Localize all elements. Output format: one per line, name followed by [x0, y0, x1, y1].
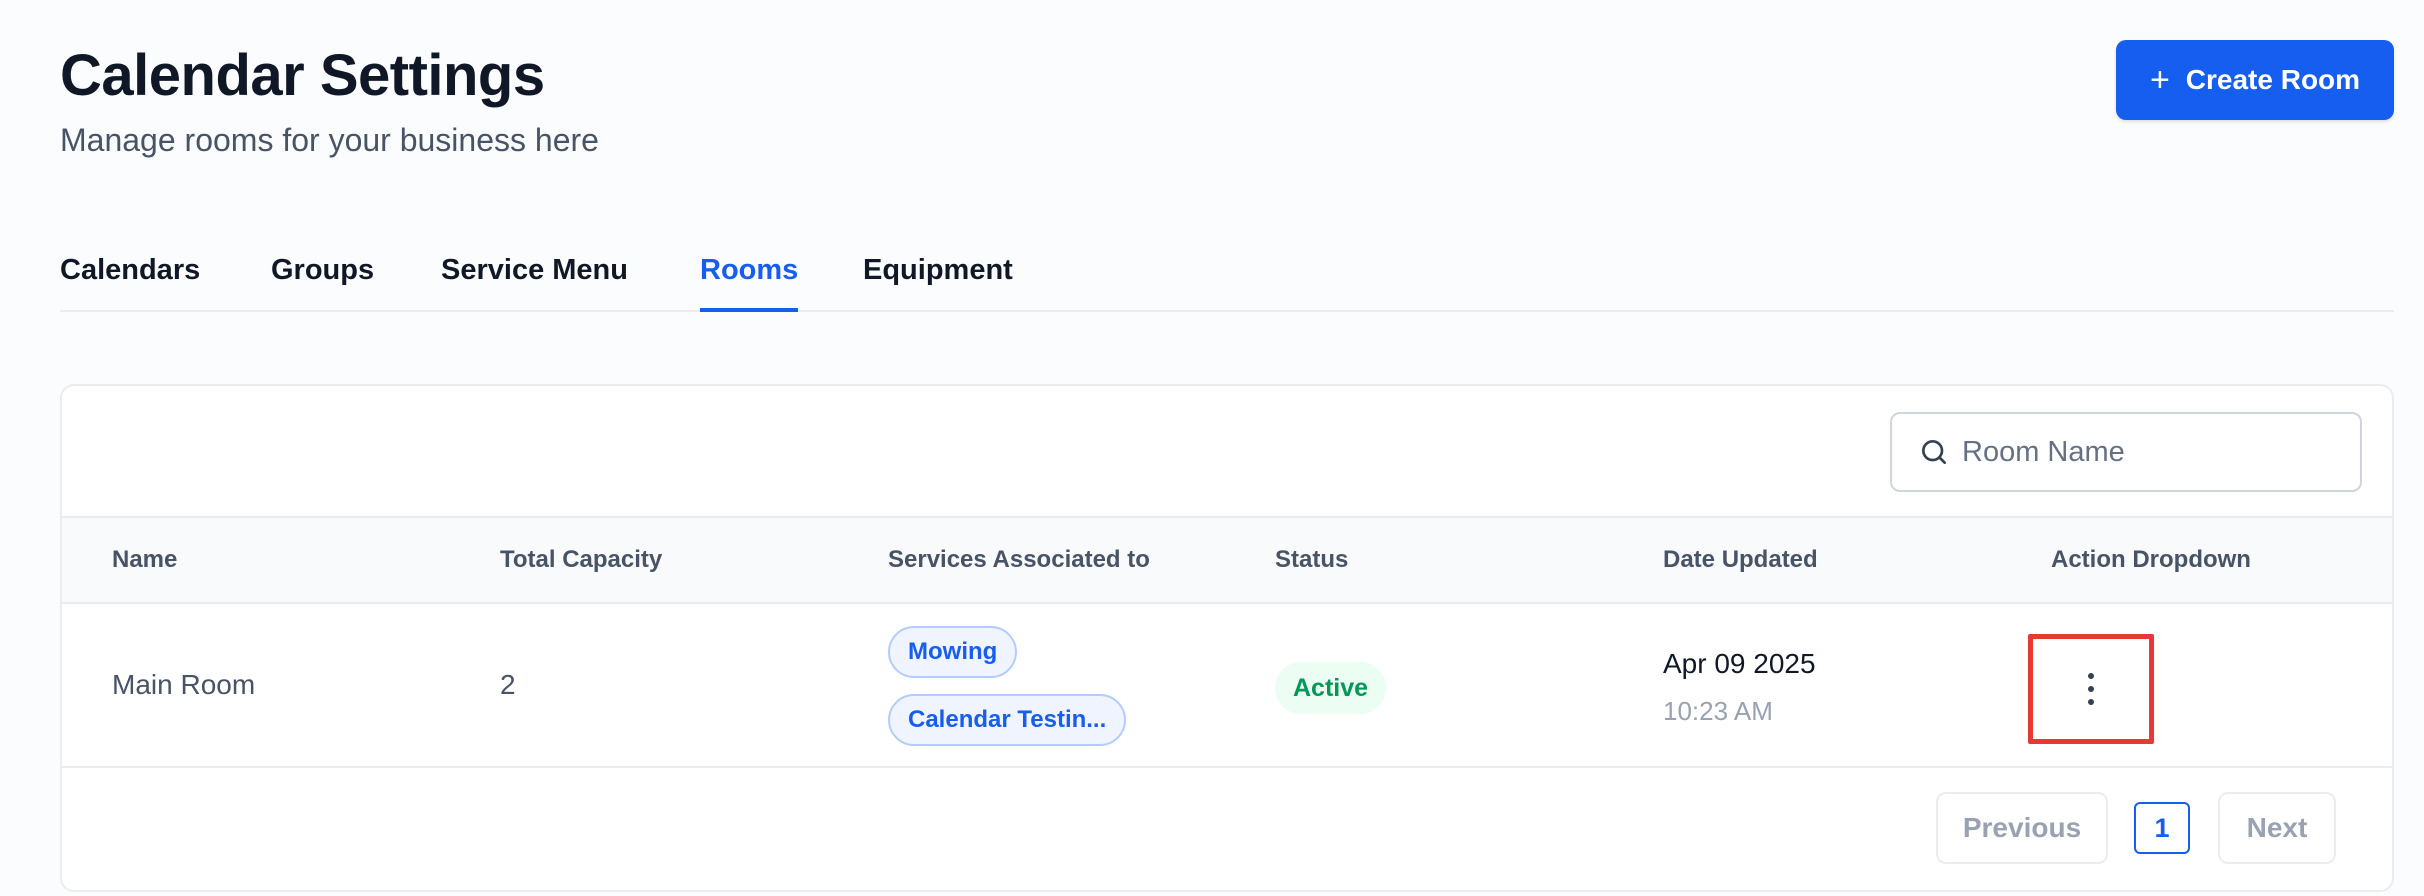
column-header-date-updated[interactable]: Date Updated [1663, 518, 1818, 602]
tab-groups[interactable]: Groups [271, 246, 374, 312]
tab-bar: Calendars Groups Service Menu Rooms Equi… [60, 246, 2394, 312]
tab-calendars[interactable]: Calendars [60, 246, 200, 312]
search-icon [1922, 440, 1946, 464]
rooms-table-card: Name Total Capacity Services Associated … [60, 384, 2394, 892]
tab-service-menu[interactable]: Service Menu [441, 246, 628, 312]
status-badge: Active [1275, 662, 1387, 714]
column-header-services[interactable]: Services Associated to [888, 518, 1150, 602]
column-header-action: Action Dropdown [2051, 546, 2251, 573]
column-header-name[interactable]: Name [112, 518, 177, 602]
table-row: Main Room 2 Mowing Calendar Testin... Ac… [62, 604, 2392, 768]
page-subtitle: Manage rooms for your business here [60, 122, 599, 158]
create-room-label: Create Room [2185, 64, 2361, 95]
room-capacity: 2 [500, 669, 516, 700]
page-number-button[interactable]: 1 [2134, 802, 2190, 854]
column-header-status[interactable]: Status [1275, 518, 1348, 602]
tab-equipment[interactable]: Equipment [863, 246, 1013, 312]
page-title: Calendar Settings [60, 43, 545, 108]
tab-rooms[interactable]: Rooms [700, 246, 799, 312]
create-room-button[interactable]: + Create Room [2116, 40, 2394, 120]
time-updated: 10:23 AM [1663, 696, 1773, 726]
date-updated: Apr 09 2025 [1663, 648, 1816, 679]
next-page-button[interactable]: Next [2218, 792, 2336, 864]
previous-page-button[interactable]: Previous [1936, 792, 2108, 864]
more-vertical-icon [2088, 673, 2094, 705]
column-header-capacity[interactable]: Total Capacity [500, 518, 662, 602]
plus-icon: + [2149, 61, 2170, 99]
search-field[interactable] [1890, 412, 2362, 492]
action-dropdown-button[interactable] [2028, 634, 2154, 744]
room-name: Main Room [112, 669, 256, 700]
table-header: Name Total Capacity Services Associated … [62, 516, 2392, 604]
service-tag[interactable]: Mowing [888, 626, 1018, 678]
search-input[interactable] [1962, 435, 2342, 469]
service-tag[interactable]: Calendar Testin... [888, 694, 1127, 746]
